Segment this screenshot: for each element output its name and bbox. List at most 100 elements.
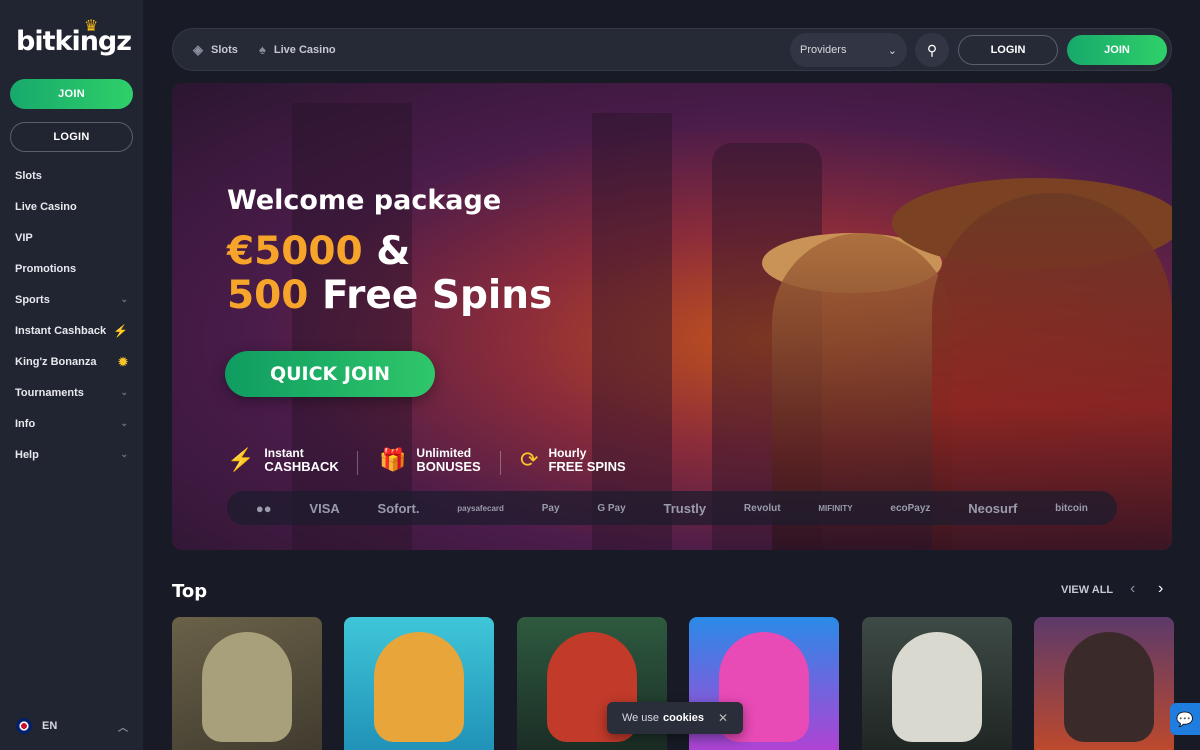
game-card[interactable]	[1034, 617, 1174, 750]
sidebar-item-label: Tournaments	[15, 386, 84, 399]
quick-join-button[interactable]: QUICK JOIN	[225, 351, 435, 397]
sidebar-item-label: King'z Bonanza	[15, 355, 97, 368]
hero-amp: &	[376, 229, 411, 274]
close-icon[interactable]: ✕	[718, 711, 728, 725]
cookie-banner: We use cookies ✕	[607, 702, 743, 734]
chevron-up-icon: ︿	[118, 722, 128, 734]
sidebar-item-label: Sports	[15, 293, 50, 306]
game-card[interactable]	[172, 617, 322, 750]
sidebar-item-sports[interactable]: Sports ⌄	[0, 284, 143, 315]
join-button[interactable]: JOIN	[1067, 35, 1167, 65]
nav-live-casino[interactable]: ♠ Live Casino	[259, 29, 336, 70]
feature-line2: BONUSES	[416, 459, 481, 474]
feature-line1: Unlimited	[416, 446, 472, 460]
brand-logo[interactable]: ♛ bitkingz	[16, 16, 132, 57]
sidebar-login-button[interactable]: LOGIN	[10, 122, 133, 152]
payment-mifinity: MIFINITY	[818, 503, 853, 513]
search-icon: ⚲	[926, 41, 938, 58]
sidebar-item-help[interactable]: Help ⌄	[0, 439, 143, 470]
providers-label: Providers	[800, 44, 847, 56]
sidebar-item-instant-cashback[interactable]: Instant Cashback ⚡	[0, 315, 143, 346]
chevron-down-icon: ⌄	[120, 418, 128, 428]
sidebar-join-button[interactable]: JOIN	[10, 79, 133, 109]
sidebar-item-live-casino[interactable]: Live Casino	[0, 191, 143, 222]
payment-apple-pay: Pay	[541, 502, 560, 514]
sidebar-item-label: Info	[15, 417, 36, 430]
sidebar-item-promotions[interactable]: Promotions	[0, 253, 143, 284]
chevron-left-icon: ‹	[1130, 580, 1136, 597]
section-title-top: Top	[172, 581, 208, 602]
login-button[interactable]: LOGIN	[958, 35, 1058, 65]
sidebar-item-label: Promotions	[15, 262, 77, 275]
brand-name: bitkingz	[16, 26, 132, 57]
chevron-down-icon: ⌄	[120, 294, 128, 304]
language-label: EN	[42, 720, 58, 732]
game-thumbnail	[892, 632, 982, 742]
game-card[interactable]	[862, 617, 1012, 750]
nav-slots-label: Slots	[211, 43, 238, 56]
payment-visa: VISA	[309, 500, 340, 516]
payment-ecopayz: ecoPayz	[890, 502, 931, 514]
search-button[interactable]: ⚲	[915, 33, 949, 67]
sidebar-item-kingz-bonanza[interactable]: King'z Bonanza ✹	[0, 346, 143, 377]
spin-icon: ⟳	[520, 447, 539, 472]
payment-google-pay: G Pay	[597, 502, 626, 514]
cookie-text: We use	[621, 712, 660, 724]
background-tower	[592, 113, 672, 550]
hero-banner[interactable]: Welcome package €5000 & 500 Free Spins Q…	[172, 83, 1172, 550]
bolt-icon: ⚡	[227, 447, 255, 472]
cookie-link[interactable]: cookies	[663, 712, 704, 724]
sidebar-item-tournaments[interactable]: Tournaments ⌄	[0, 377, 143, 408]
view-all-link[interactable]: VIEW ALL	[1061, 584, 1113, 596]
payment-sofort: Sofort.	[377, 500, 420, 516]
sidebar-item-label: VIP	[15, 231, 33, 244]
sidebar-item-vip[interactable]: VIP	[0, 222, 143, 253]
game-card[interactable]	[344, 617, 494, 750]
game-thumbnail	[1064, 632, 1154, 742]
game-thumbnail	[202, 632, 292, 742]
sun-icon: ✹	[117, 354, 128, 369]
payment-trustly: Trustly	[663, 500, 707, 516]
payment-revolut: Revolut	[743, 502, 781, 514]
feature-line1: Hourly	[548, 446, 587, 460]
nav-slots[interactable]: ◈ Slots	[193, 29, 238, 70]
sidebar-item-label: Instant Cashback	[15, 324, 107, 337]
chevron-down-icon: ⌄	[887, 44, 897, 57]
sidebar-item-label: Help	[15, 448, 39, 461]
providers-dropdown[interactable]: Providers ⌄	[790, 33, 907, 67]
nav-live-casino-label: Live Casino	[273, 43, 336, 56]
chat-icon: 💬	[1176, 710, 1194, 727]
sidebar-item-slots[interactable]: Slots	[0, 160, 143, 191]
chevron-down-icon: ⌄	[120, 387, 128, 397]
top-navigation-bar: ◈ Slots ♠ Live Casino Providers ⌄ ⚲ LOGI…	[172, 28, 1172, 71]
hero-offer: €5000 & 500 Free Spins	[227, 230, 552, 318]
uk-flag-icon	[16, 718, 32, 734]
background-tower	[292, 103, 412, 550]
payment-neosurf: Neosurf	[968, 500, 1018, 516]
carousel-prev-button[interactable]: ‹	[1130, 580, 1135, 598]
chevron-right-icon: ›	[1158, 580, 1164, 597]
live-casino-icon: ♠	[259, 42, 266, 57]
language-selector[interactable]: EN ︿	[16, 718, 128, 734]
bolt-icon: ⚡	[113, 323, 128, 338]
sidebar-menu: Slots Live Casino VIP Promotions Sports ⌄…	[0, 160, 143, 470]
slots-icon: ◈	[193, 41, 203, 57]
game-thumbnail	[374, 632, 464, 742]
gift-icon: 🎁	[379, 447, 407, 472]
carousel-next-button[interactable]: ›	[1158, 580, 1163, 598]
chat-button[interactable]: 💬	[1170, 703, 1200, 735]
crown-icon: ♛	[84, 16, 98, 35]
sidebar-item-info[interactable]: Info ⌄	[0, 408, 143, 439]
feature-divider	[500, 451, 501, 475]
feature-hourly-free-spins: ⟳ Hourly FREE SPINS	[520, 446, 626, 474]
feature-line2: FREE SPINS	[548, 459, 626, 474]
payment-methods-strip: ●● VISA Sofort. paysafecard Pay G Pay Tr…	[227, 491, 1117, 525]
chevron-down-icon: ⌄	[120, 449, 128, 459]
sidebar: ♛ bitkingz JOIN LOGIN Slots Live Casino …	[0, 0, 143, 750]
hero-amount: €5000	[227, 229, 363, 274]
sidebar-item-label: Slots	[15, 169, 42, 182]
feature-line1: Instant	[264, 446, 304, 460]
feature-line2: CASHBACK	[264, 459, 339, 474]
hero-spins-number: 500	[227, 273, 309, 318]
hero-subtitle: Welcome package	[227, 185, 502, 216]
